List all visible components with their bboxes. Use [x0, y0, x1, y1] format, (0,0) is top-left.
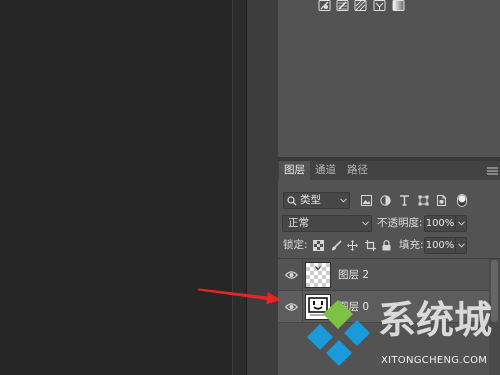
- lock-all-icon[interactable]: [381, 240, 392, 251]
- eye-visibility-icon[interactable]: [285, 270, 298, 280]
- layer-row[interactable]: 图层 2: [278, 259, 489, 291]
- filter-kind-value: 类型: [300, 194, 321, 206]
- thumbnail-mark: [315, 266, 321, 271]
- lock-transparent-pixels-icon[interactable]: [313, 240, 324, 251]
- tab-channels[interactable]: 通道: [310, 161, 341, 180]
- opacity-slider-button[interactable]: [456, 215, 467, 232]
- type-layer-filter-icon[interactable]: [399, 195, 410, 206]
- lock-image-pixels-icon[interactable]: [331, 240, 342, 251]
- eye-visibility-icon[interactable]: [285, 302, 298, 312]
- thumbnail-artwork: [308, 297, 328, 316]
- panel-dock-gutter: [247, 0, 278, 375]
- chevron-down-icon: [340, 198, 347, 203]
- document-canvas-area[interactable]: [0, 0, 232, 375]
- blend-mode-value: 正常: [288, 217, 309, 229]
- opacity-input[interactable]: 100%: [424, 215, 456, 232]
- layer-thumbnail[interactable]: [305, 294, 331, 320]
- lock-label: 锁定:: [283, 239, 308, 251]
- tab-layers-label: 图层: [284, 164, 305, 176]
- column-separator: [302, 259, 303, 291]
- layer-filter-kind-dropdown[interactable]: 类型: [283, 192, 350, 209]
- pixel-layer-filter-icon[interactable]: [361, 195, 372, 206]
- layer-name[interactable]: 图层 2: [338, 259, 369, 291]
- shape-layer-filter-icon[interactable]: [418, 195, 429, 206]
- tab-paths[interactable]: 路径: [342, 161, 373, 180]
- tab-paths-label: 路径: [347, 164, 368, 176]
- scrollbar-thumb[interactable]: [491, 260, 498, 322]
- panel-menu-icon[interactable]: [487, 167, 498, 175]
- blend-mode-dropdown[interactable]: 正常: [282, 215, 372, 232]
- search-icon: [287, 196, 297, 206]
- threshold-icon[interactable]: [354, 0, 367, 12]
- lock-artboard-icon[interactable]: [365, 240, 376, 251]
- posterize-icon[interactable]: [336, 0, 349, 12]
- layer-name[interactable]: 图层 0: [338, 291, 369, 323]
- layer-thumbnail[interactable]: [305, 262, 331, 288]
- chevron-down-icon: [458, 243, 465, 248]
- adjustments-panel: [278, 0, 500, 157]
- layer-list-scrollbar[interactable]: [489, 259, 500, 375]
- layers-panel: 图层 通道 路径 类型 正常 不透明度: 100% 锁定: 填充: 100% 图…: [278, 161, 500, 375]
- selective-color-icon[interactable]: [373, 0, 386, 12]
- fill-slider-button[interactable]: [456, 237, 467, 254]
- opacity-label: 不透明度:: [377, 217, 423, 229]
- tab-layers[interactable]: 图层: [279, 161, 310, 180]
- fill-label: 填充:: [399, 239, 424, 251]
- gradient-map-icon[interactable]: [392, 0, 405, 12]
- smart-object-filter-icon[interactable]: [436, 195, 447, 206]
- layer-list: 图层 2 图层 0: [278, 259, 489, 375]
- tab-channels-label: 通道: [315, 164, 336, 176]
- collapsed-panel-dock: [232, 0, 247, 375]
- chevron-down-icon: [458, 221, 465, 226]
- fill-input[interactable]: 100%: [424, 237, 456, 254]
- layers-panel-tab-bar: 图层 通道 路径: [278, 161, 500, 180]
- column-separator: [302, 291, 303, 323]
- layer-row[interactable]: 图层 0: [278, 291, 489, 323]
- chevron-down-icon: [362, 221, 369, 226]
- lock-position-icon[interactable]: [347, 240, 358, 251]
- adjustment-layer-filter-icon[interactable]: [380, 195, 391, 206]
- filter-toggle-switch[interactable]: [457, 194, 467, 207]
- invert-icon[interactable]: [318, 0, 331, 12]
